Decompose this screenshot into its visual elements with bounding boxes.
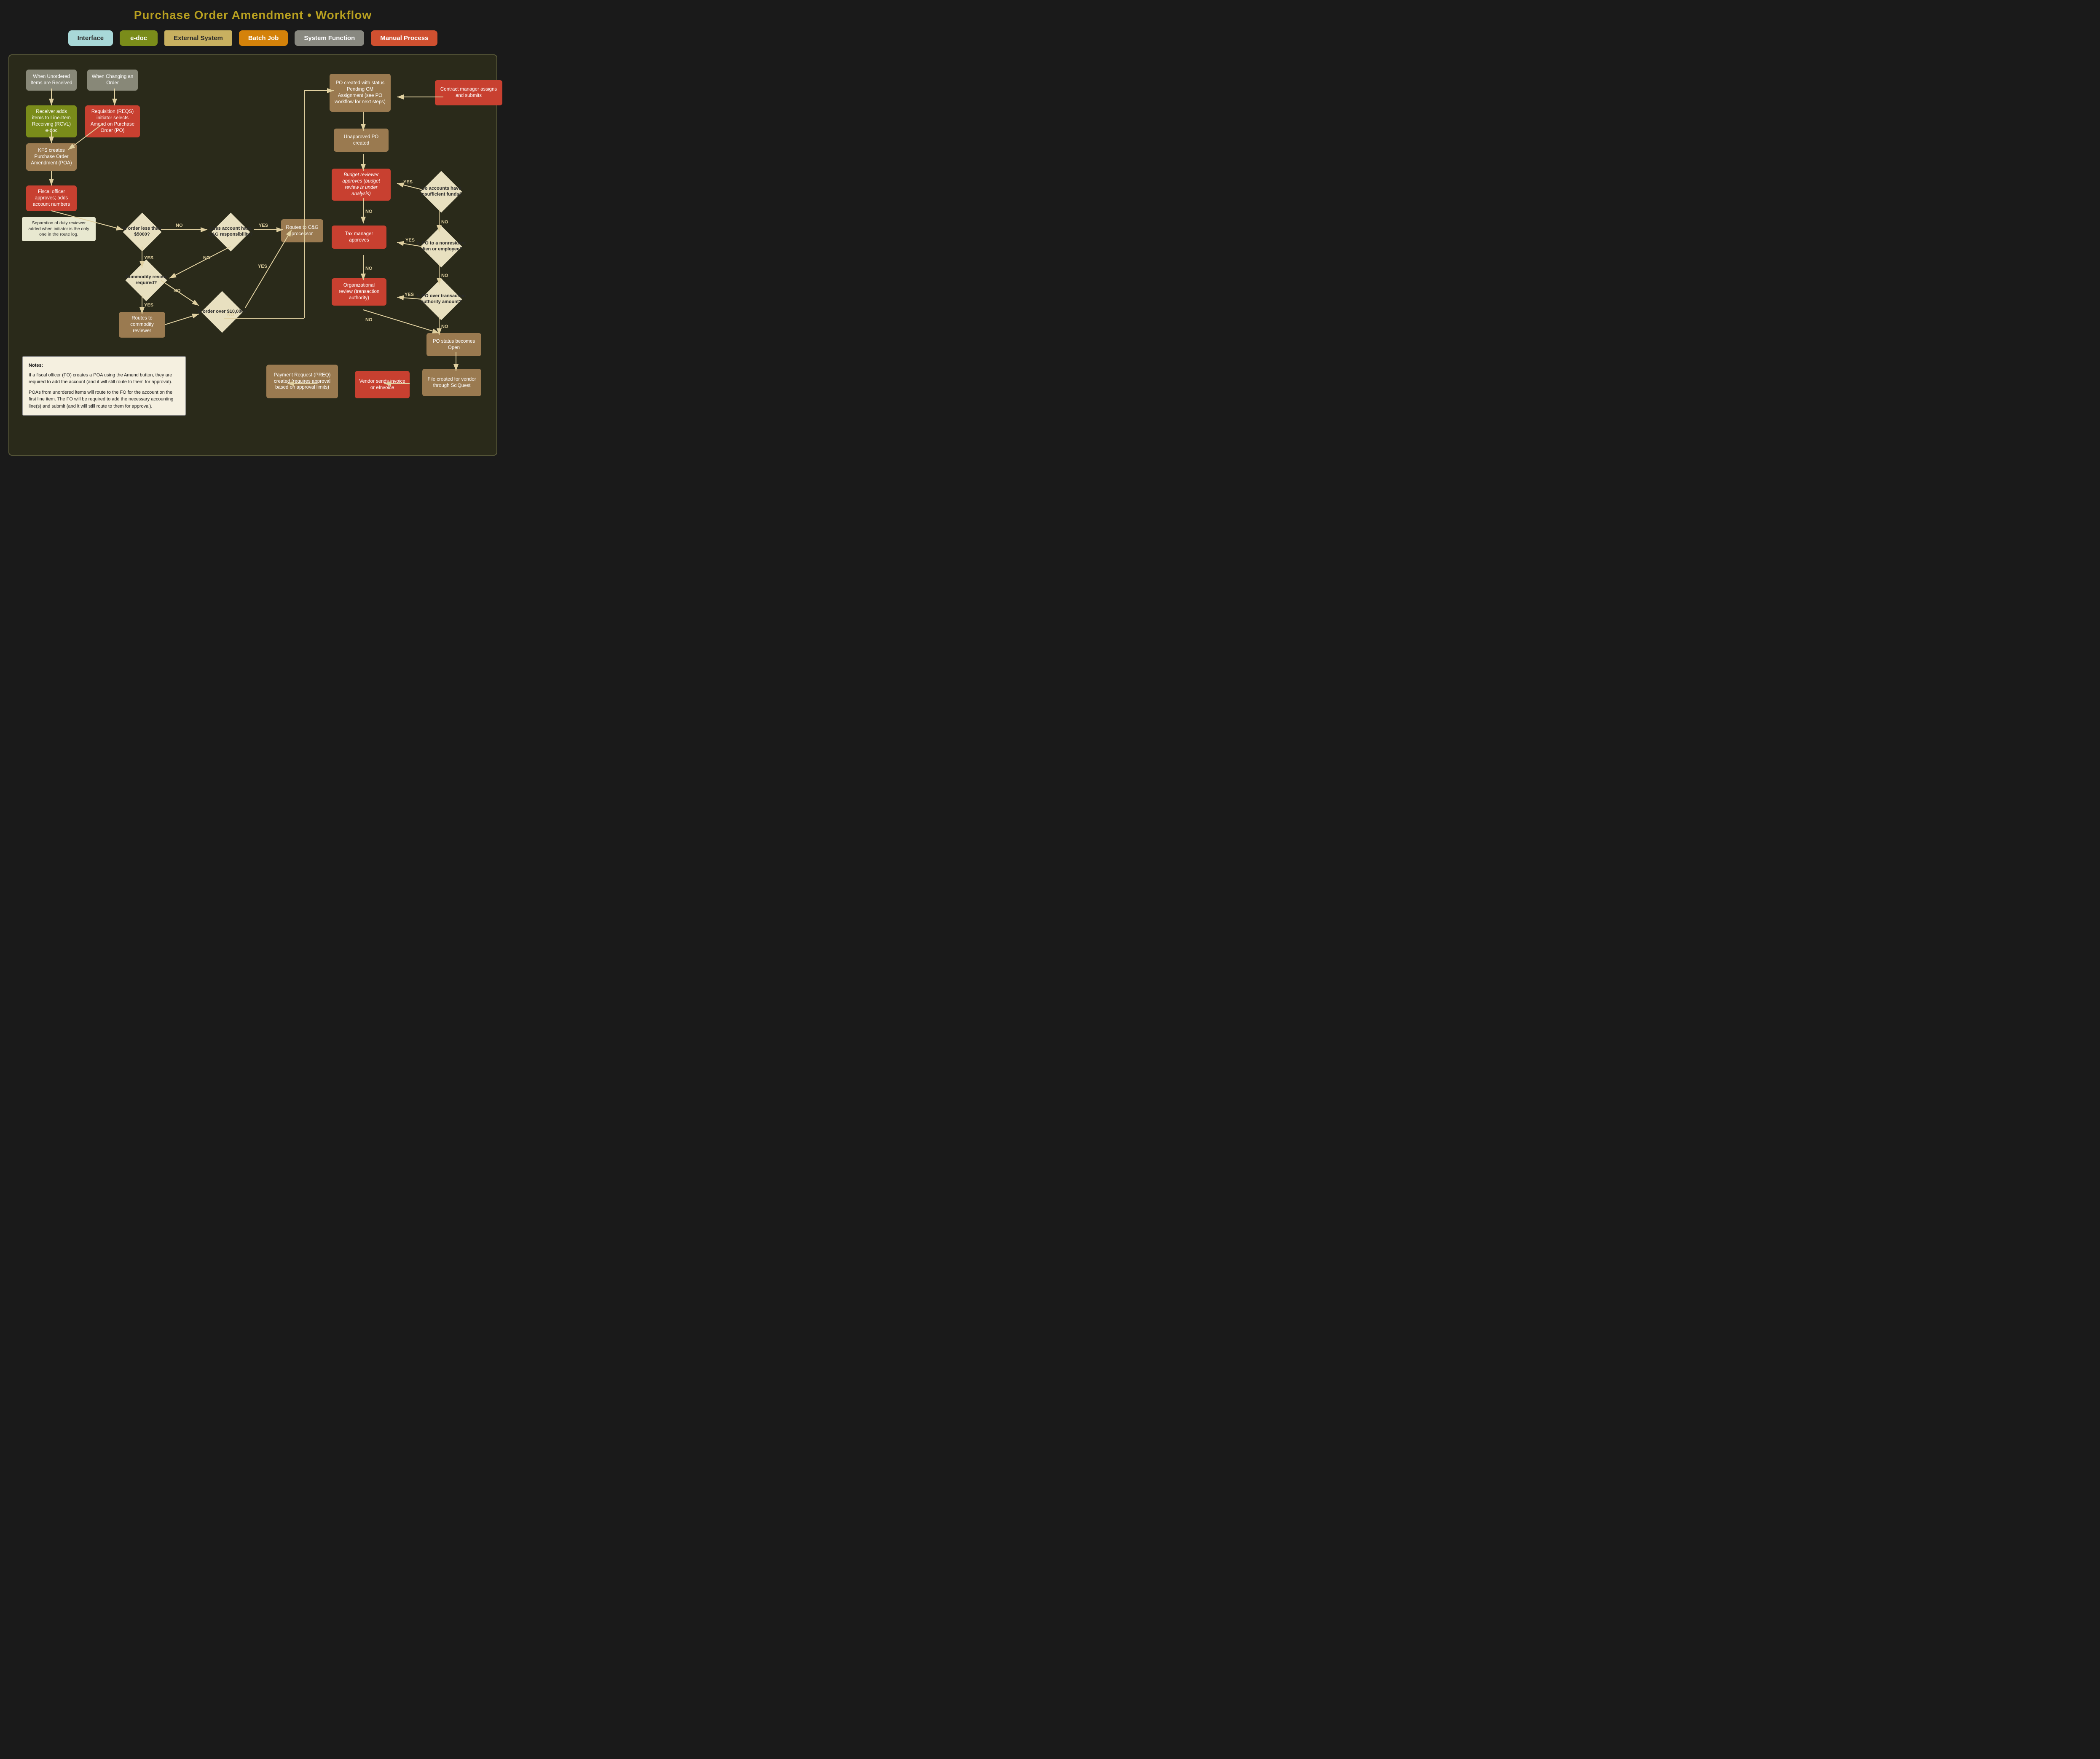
contract-manager: Contract manager assigns and submits: [435, 80, 502, 105]
fiscal-officer: Fiscal officer approves; adds account nu…: [26, 185, 77, 211]
page-title: Purchase Order Amendment • Workflow: [8, 8, 497, 22]
po-status-open: PO status becomes Open: [426, 333, 481, 356]
when-changing: When Changing an Order: [87, 70, 138, 91]
legend-system: System Function: [295, 30, 364, 46]
svg-text:NO: NO: [365, 317, 373, 322]
svg-text:NO: NO: [174, 288, 181, 293]
routes-cg: Routes to C&G processor: [281, 219, 323, 242]
budget-reviewer: Budget reviewer approves (budget review …: [332, 169, 391, 201]
diamond-cg: Does account have C&G responsibility?: [207, 215, 254, 249]
svg-text:NO: NO: [441, 273, 448, 278]
diamond-insuf-funds: Do accounts have insufficient funds?: [416, 175, 467, 209]
payment-request: Payment Request (PREQ) created (requires…: [266, 365, 338, 398]
svg-text:YES: YES: [405, 238, 415, 243]
separation-note: Separation of duty reviewer added when i…: [22, 217, 96, 241]
notes-1: If a fiscal officer (FO) creates a POA u…: [29, 372, 180, 386]
svg-text:YES: YES: [403, 180, 413, 185]
requisition: Requisition (REQS) initiator selects Ame…: [85, 105, 140, 137]
when-unordered: When Unordered Items are Received: [26, 70, 77, 91]
svg-text:YES: YES: [258, 264, 267, 269]
receiver-adds: Receiver adds items to Line-Item Receivi…: [26, 105, 77, 137]
routes-commodity: Routes to commodity reviewer: [119, 312, 165, 338]
diamond-commodity: Commodity review required?: [121, 263, 172, 297]
vendor-sends: Vendor sends invoice or eInvoice: [355, 371, 410, 398]
diamond-nonresident: Is PO to a nonresident alien or employee…: [416, 230, 467, 263]
file-created: File created for vendor through SciQuest: [422, 369, 481, 396]
diamond-transaction: Is PO over transaction authority amount?: [416, 282, 467, 316]
notes-box: Notes: If a fiscal officer (FO) creates …: [22, 356, 186, 416]
svg-text:YES: YES: [259, 223, 268, 228]
svg-text:YES: YES: [405, 292, 414, 297]
legend-edoc: e-doc: [120, 30, 158, 46]
svg-text:NO: NO: [176, 223, 183, 228]
kfs-creates: KFS creates Purchase Order Amendment (PO…: [26, 143, 77, 171]
unapproved-po: Unapproved PO created: [334, 129, 389, 152]
svg-text:NO: NO: [441, 220, 448, 225]
diamond-less5k: Is order less than $5000?: [121, 215, 163, 249]
org-review: Organizational review (transaction autho…: [332, 278, 386, 306]
svg-text:NO: NO: [365, 209, 373, 214]
legend: Interface e-doc External System Batch Jo…: [8, 30, 497, 46]
legend-interface: Interface: [68, 30, 113, 46]
legend-external: External System: [164, 30, 232, 46]
svg-text:NO: NO: [441, 324, 448, 329]
all-nodes: NO YES YES NO YES NO YES NO: [18, 65, 488, 445]
legend-batch: Batch Job: [239, 30, 288, 46]
svg-text:NO: NO: [203, 255, 210, 260]
po-created-status: PO created with status Pending CM Assign…: [330, 74, 391, 112]
svg-text:YES: YES: [144, 303, 153, 308]
diamond-over10k: Is order over $10,000?: [197, 295, 247, 329]
legend-manual: Manual Process: [371, 30, 437, 46]
svg-text:NO: NO: [365, 266, 373, 271]
notes-title: Notes:: [29, 362, 180, 369]
workflow-container: NO YES YES NO YES NO YES NO: [8, 54, 497, 456]
tax-manager: Tax manager approves: [332, 226, 386, 249]
notes-2: POAs from unordered items will route to …: [29, 389, 180, 410]
